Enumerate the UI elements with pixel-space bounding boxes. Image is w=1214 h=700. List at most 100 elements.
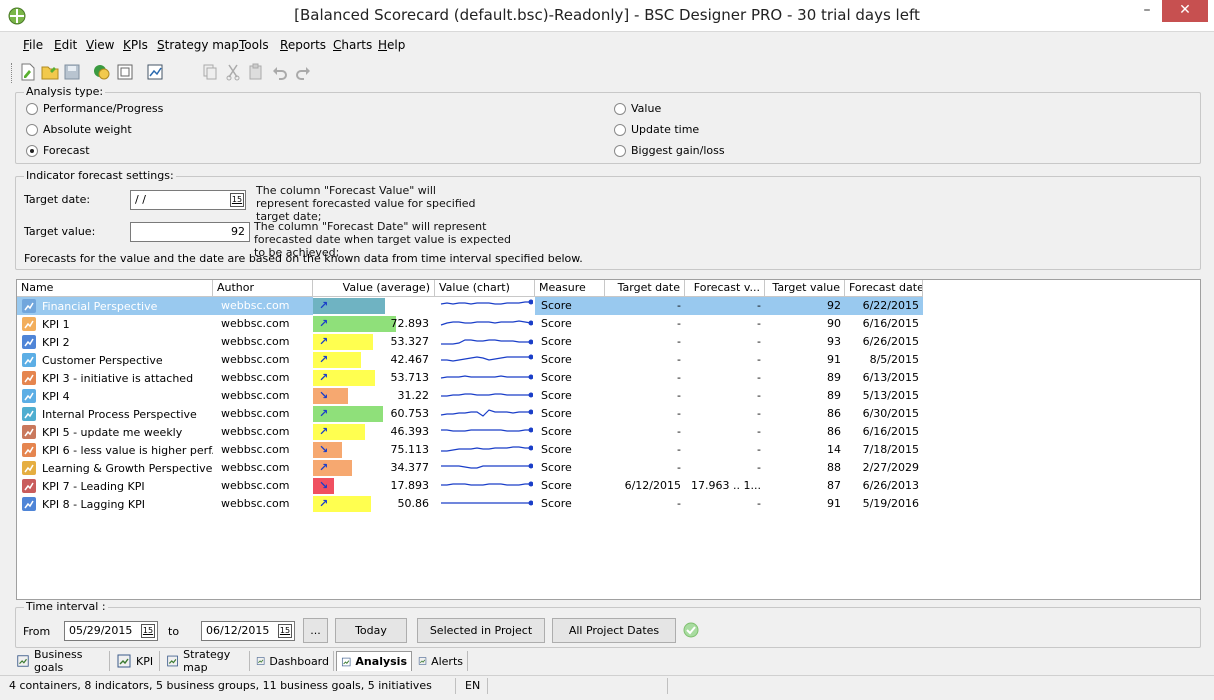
toolbar-grip[interactable]	[11, 63, 14, 83]
column-header[interactable]: Value (chart)	[435, 280, 535, 297]
radio-dot	[614, 123, 626, 136]
cell-forecast-value: -	[757, 335, 761, 348]
web-sync-icon[interactable]	[92, 63, 110, 81]
target-value-input[interactable]: 92	[130, 222, 250, 242]
redo-icon[interactable]	[294, 63, 312, 81]
cell-value-chart	[435, 441, 535, 459]
radio-value[interactable]: Value	[614, 102, 661, 115]
target-date-input[interactable]: / /	[130, 190, 246, 210]
column-header[interactable]: Measure	[535, 280, 605, 297]
cell-measure: Score	[541, 497, 572, 510]
properties-icon[interactable]	[116, 63, 134, 81]
menu-strategy-map[interactable]: Strategy map	[157, 38, 239, 52]
cell-name[interactable]: KPI 6 - less value is higher perf...	[17, 441, 213, 459]
radio-forecast[interactable]: Forecast	[26, 144, 90, 157]
column-header[interactable]: Value (average)	[313, 280, 435, 297]
radio-update-time[interactable]: Update time	[614, 123, 699, 136]
cell-name[interactable]: Internal Process Perspective	[17, 405, 213, 423]
minimize-button[interactable]: –	[1132, 0, 1162, 22]
sparkline-endpoint	[528, 339, 533, 345]
open-folder-icon[interactable]	[41, 63, 59, 81]
cell-target-date: -	[677, 389, 681, 402]
table-row[interactable]: Internal Process Perspective webbsc.com ↗ 6…	[17, 405, 923, 423]
cell-name[interactable]: Learning & Growth Perspective	[17, 459, 213, 477]
tab-dashboard[interactable]: Dashboard	[252, 651, 334, 671]
cell-name[interactable]: KPI 5 - update me weekly	[17, 423, 213, 441]
cell-name[interactable]: Financial Perspective	[17, 297, 213, 315]
cell-name[interactable]: KPI 4	[17, 387, 213, 405]
tab-alerts[interactable]: Alerts	[414, 651, 468, 671]
sparkline-endpoint	[528, 320, 533, 326]
menu-help[interactable]: Help	[378, 38, 405, 52]
radio-biggest-gain-loss[interactable]: Biggest gain/loss	[614, 144, 725, 157]
table-row[interactable]: KPI 3 - initiative is attached webbsc.com…	[17, 369, 923, 387]
column-header[interactable]: Forecast v...	[685, 280, 765, 297]
analysis-grid[interactable]: Name Author Value (average) Value (chart) Me…	[16, 279, 1201, 600]
cell-measure: Score	[535, 297, 605, 315]
table-row[interactable]: KPI 6 - less value is higher perf... webb…	[17, 441, 923, 459]
menu-tools[interactable]: Tools	[239, 38, 269, 52]
cell-target-date: -	[677, 353, 681, 366]
cell-name[interactable]: KPI 3 - initiative is attached	[17, 369, 213, 387]
cut-icon[interactable]	[224, 63, 242, 81]
radio-absolute-weight[interactable]: Absolute weight	[26, 123, 132, 136]
tab-kpi[interactable]: KPI	[112, 651, 160, 671]
copy-icon[interactable]	[201, 63, 219, 81]
column-header[interactable]: Target date	[605, 280, 685, 297]
apply-check-icon[interactable]	[683, 622, 699, 638]
close-button[interactable]: ✕	[1162, 0, 1208, 22]
new-document-icon[interactable]	[19, 63, 37, 81]
menu-reports[interactable]: Reports	[280, 38, 326, 52]
menu-charts[interactable]: Charts	[333, 38, 372, 52]
table-row[interactable]: Financial Perspective webbsc.com ↗ 63.11 Sco…	[17, 297, 923, 315]
tab-label: Business goals	[33, 648, 83, 674]
cell-author: webbsc.com	[221, 335, 290, 348]
radio-performance-progress[interactable]: Performance/Progress	[26, 102, 163, 115]
tab-label: Alerts	[431, 654, 463, 668]
kpi-people-icon	[22, 389, 36, 403]
tab-strategy-map[interactable]: Strategy map	[162, 648, 250, 674]
table-row[interactable]: KPI 1 webbsc.com ↗ 72.893 Score - - 90 6/16/2015	[17, 315, 923, 333]
column-header[interactable]: Forecast date	[845, 280, 923, 297]
table-row[interactable]: KPI 2 webbsc.com ↗ 53.327 Score - - 93 6/26/2015	[17, 333, 923, 351]
chart-report-icon[interactable]	[146, 63, 164, 81]
cell-forecast-date: 5/19/2016	[862, 497, 919, 510]
cell-name[interactable]: KPI 8 - Lagging KPI	[17, 495, 213, 513]
today-button[interactable]: Today	[335, 618, 407, 643]
save-icon[interactable]	[63, 63, 81, 81]
selected-in-project-button[interactable]: Selected in Project	[417, 618, 545, 643]
table-row[interactable]: KPI 8 - Lagging KPI webbsc.com ↗ 50.86 Score…	[17, 495, 923, 513]
calendar-icon[interactable]: 15	[230, 193, 244, 207]
value-text: 46.393	[390, 425, 430, 438]
all-project-dates-button[interactable]: All Project Dates	[552, 618, 676, 643]
menu-view[interactable]: View	[86, 38, 114, 52]
to-calendar-icon[interactable]: 15	[278, 624, 292, 638]
tab-business-goals[interactable]: Business goals	[12, 648, 110, 674]
undo-icon[interactable]	[271, 63, 289, 81]
cell-name[interactable]: KPI 7 - Leading KPI	[17, 477, 213, 495]
cell-target-date: -	[677, 461, 681, 474]
cell-name[interactable]: KPI 2	[17, 333, 213, 351]
table-row[interactable]: Learning & Growth Perspective webbsc.com ↗…	[17, 459, 923, 477]
sparkline-endpoint	[528, 392, 533, 398]
status-pane-empty	[488, 678, 668, 694]
menu-edit[interactable]: Edit	[54, 38, 77, 52]
ellipsis-button[interactable]: ...	[303, 618, 328, 643]
table-row[interactable]: Customer Perspective webbsc.com ↗ 42.467 Sco…	[17, 351, 923, 369]
cell-forecast-date: 6/16/2015	[862, 425, 919, 438]
paste-icon[interactable]	[247, 63, 265, 81]
kpi-icon	[22, 317, 36, 331]
table-row[interactable]: KPI 4 webbsc.com ↘ 31.22 Score - - 89 5/13/2015	[17, 387, 923, 405]
from-calendar-icon[interactable]: 15	[141, 624, 155, 638]
menu-kpis[interactable]: KPIs	[123, 38, 148, 52]
column-header[interactable]: Name	[17, 280, 213, 297]
table-row[interactable]: KPI 5 - update me weekly webbsc.com ↗ 46.39…	[17, 423, 923, 441]
cell-name[interactable]: KPI 1	[17, 315, 213, 333]
column-header[interactable]: Author	[213, 280, 313, 297]
tab-analysis[interactable]: Analysis	[336, 651, 412, 671]
menu-file[interactable]: File	[23, 38, 43, 52]
cell-name[interactable]: Customer Perspective	[17, 351, 213, 369]
column-header[interactable]: Target value	[765, 280, 845, 297]
trend-up-icon: ↗	[319, 317, 329, 330]
table-row[interactable]: KPI 7 - Leading KPI webbsc.com ↘ 17.893 Scor…	[17, 477, 923, 495]
